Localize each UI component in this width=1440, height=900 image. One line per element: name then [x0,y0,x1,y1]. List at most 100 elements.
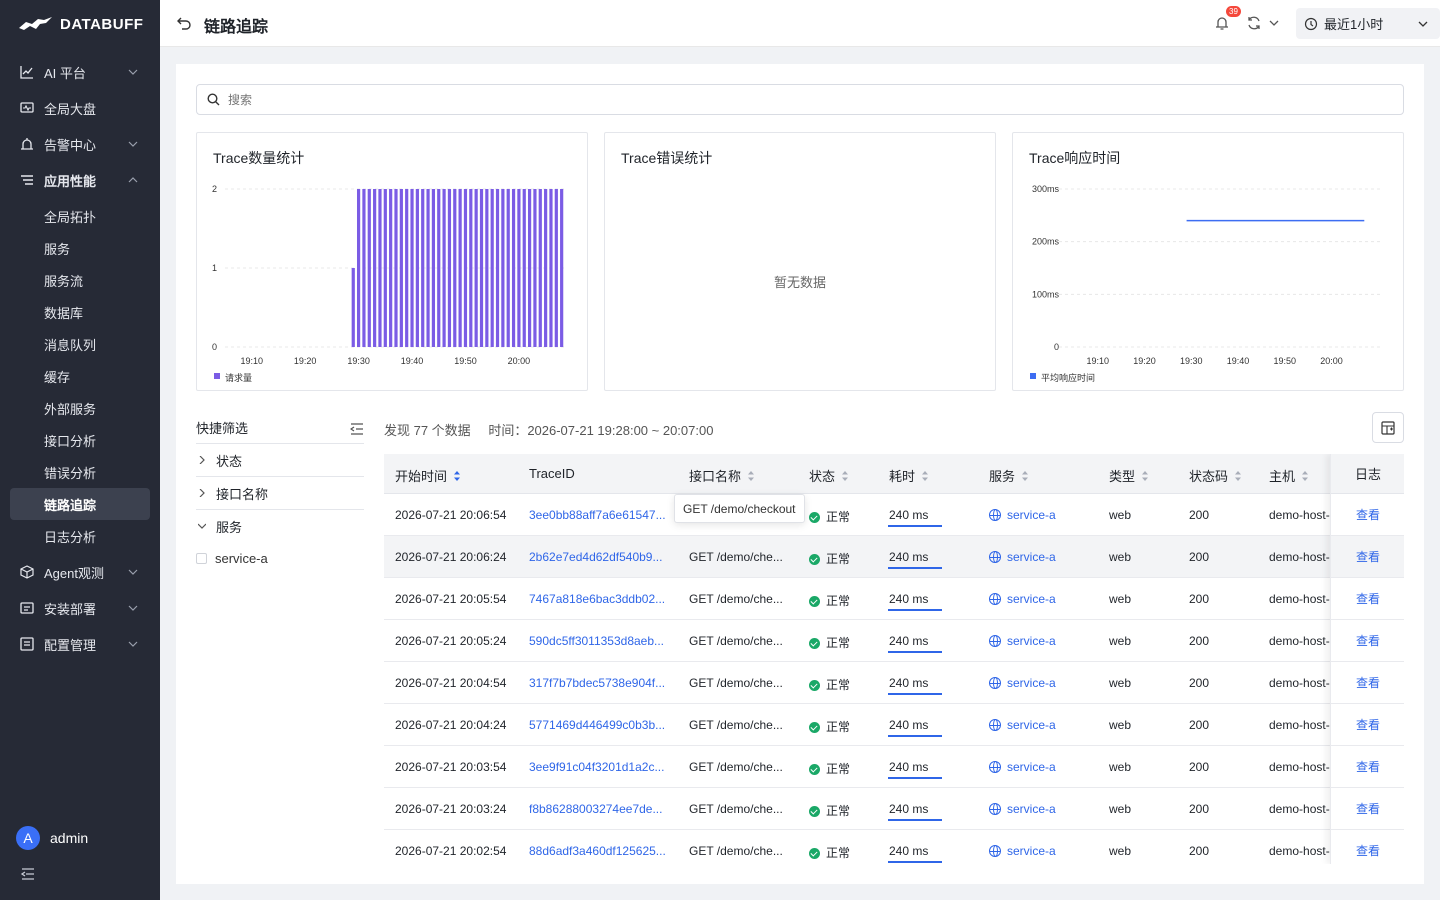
cell-text: 200 [1189,508,1210,522]
nav-sub-api-analysis[interactable]: 接口分析 [10,424,150,456]
cell-trace[interactable]: 5771469d446499c0b3b... [529,718,665,732]
table-row[interactable]: 2026-07-21 20:04:54 317f7b7bdec5738e904f.… [384,662,1404,704]
bar [458,189,462,347]
bell-icon[interactable] [1214,15,1230,31]
check-circle-icon [809,512,820,523]
col-duration[interactable]: 耗时 [889,466,929,485]
cell-trace[interactable]: 2b62e7ed4d62df540b9... [529,550,662,564]
cell-service[interactable]: service-a [989,718,1056,732]
column-settings-button[interactable] [1372,412,1404,443]
nav-sub-external-service[interactable]: 外部服务 [10,392,150,424]
nav-label: 告警中心 [44,137,97,153]
bar [351,268,355,347]
view-log-link[interactable]: 查看 [1331,620,1404,662]
cell-service[interactable]: service-a [989,760,1056,774]
table-row[interactable]: 2026-07-21 20:03:24 f8b86288003274ee7de..… [384,788,1404,830]
cell-trace[interactable]: 590dc5ff3011353d8aeb... [529,634,664,648]
nav-global-dashboard[interactable]: 全局大盘 [10,92,150,124]
col-api[interactable]: 接口名称 [689,466,755,485]
cell-service[interactable]: service-a [989,592,1056,606]
collapse-filter-icon[interactable] [350,422,364,436]
nav-config[interactable]: 配置管理 [10,628,150,660]
checkbox[interactable] [196,552,207,564]
filter-group-status[interactable]: 状态 [196,444,364,477]
view-log-link[interactable]: 查看 [1331,662,1404,704]
cell-text: GET /demo/che... [689,676,783,690]
view-log-link[interactable]: 查看 [1331,830,1404,864]
col-service[interactable]: 服务 [989,466,1029,485]
nav-sub-database[interactable]: 数据库 [10,296,150,328]
search-box[interactable] [196,84,1404,115]
table-row[interactable]: 2026-07-21 20:03:54 3ee9f91c04f3201d1a2c.… [384,746,1404,788]
table-row[interactable]: 2026-07-21 20:04:24 5771469d446499c0b3b..… [384,704,1404,746]
user-menu[interactable]: A admin [16,826,88,850]
nav-sub-message-queue[interactable]: 消息队列 [10,328,150,360]
nav-sub-service-flow[interactable]: 服务流 [10,264,150,296]
view-log-link[interactable]: 查看 [1331,536,1404,578]
refresh-icon[interactable] [1246,15,1262,31]
table-row[interactable]: 2026-07-21 20:05:54 7467a818e6bac3ddb02..… [384,578,1404,620]
nav-sub-trace[interactable]: 链路追踪 [10,488,150,520]
x-tick-label: 19:10 [1086,356,1109,366]
cell-type: web [1109,550,1131,564]
chevron-down-icon[interactable] [1268,18,1280,28]
cell-service[interactable]: service-a [989,844,1056,858]
cell-text: 2026-07-21 20:02:54 [395,844,507,858]
cell-trace[interactable]: 88d6adf3a460df125625... [529,844,666,858]
filter-group-service[interactable]: 服务 [196,510,364,543]
col-type[interactable]: 类型 [1109,466,1149,485]
table-row[interactable]: 2026-07-21 20:02:54 88d6adf3a460df125625.… [384,830,1404,864]
cell-service[interactable]: service-a [989,508,1056,522]
cell-service[interactable]: service-a [989,550,1056,564]
check-circle-icon [809,680,820,691]
back-icon[interactable] [176,15,192,31]
col-status[interactable]: 状态 [809,466,849,485]
cell-type: web [1109,634,1131,648]
nav-sub-log-analysis[interactable]: 日志分析 [10,520,150,552]
cell-type: web [1109,676,1131,690]
col-host[interactable]: 主机 [1269,466,1309,485]
cell-code: 200 [1189,676,1209,690]
trace-table: 开始时间 TraceID 接口名称 状态 耗时 服务 类型 状态码 主机 202… [384,454,1404,864]
col-status-code[interactable]: 状态码 [1189,466,1242,485]
cell-trace[interactable]: 7467a818e6bac3ddb02... [529,592,665,606]
page-title: 链路追踪 [204,19,269,36]
nav-deploy[interactable]: 安装部署 [10,592,150,624]
cell-trace[interactable]: 317f7b7bdec5738e904f... [529,676,665,690]
cell-type: web [1109,508,1131,522]
table-row[interactable]: 2026-07-21 20:06:54 3ee0bb88aff7a6e61547.… [384,494,1404,536]
view-log-link[interactable]: 查看 [1331,788,1404,830]
table-row[interactable]: 2026-07-21 20:05:24 590dc5ff3011353d8aeb.… [384,620,1404,662]
cell-duration: 240 ms [889,718,928,732]
view-log-link[interactable]: 查看 [1331,578,1404,620]
view-log-link[interactable]: 查看 [1331,494,1404,536]
nav-sub-topology[interactable]: 全局拓扑 [10,200,150,232]
nav-ai-platform[interactable]: AI 平台 [10,56,150,88]
cell-service[interactable]: service-a [989,634,1056,648]
filter-group-api[interactable]: 接口名称 [196,477,364,510]
nav-agent-observe[interactable]: Agent观测 [10,556,150,588]
view-log-link[interactable]: 查看 [1331,746,1404,788]
cell-text: 240 ms [889,802,929,816]
time-range-select[interactable]: 最近1小时 [1296,8,1440,39]
cell-service[interactable]: service-a [989,676,1056,690]
cell-trace[interactable]: f8b86288003274ee7de... [529,802,662,816]
cell-trace[interactable]: 3ee0bb88aff7a6e61547... [529,508,666,522]
nav-sub-service[interactable]: 服务 [10,232,150,264]
logo[interactable]: DATABUFF [18,14,143,34]
cell-trace[interactable]: 3ee9f91c04f3201d1a2c... [529,760,664,774]
nav-sub-cache[interactable]: 缓存 [10,360,150,392]
nav-app-performance[interactable]: 应用性能 [10,164,150,196]
col-start-time[interactable]: 开始时间 [395,466,461,485]
cell-text: 240 ms [889,634,929,648]
collapse-sidebar-icon[interactable] [20,866,36,882]
y-tick-label: 2 [212,184,217,194]
filter-option-service-a[interactable]: service-a [196,543,364,573]
search-input[interactable] [228,92,1378,107]
top-header: 链路追踪 39 最近1小时 [160,0,1440,47]
cell-service[interactable]: service-a [989,802,1056,816]
nav-alert-center[interactable]: 告警中心 [10,128,150,160]
table-row[interactable]: 2026-07-21 20:06:24 2b62e7ed4d62df540b9..… [384,536,1404,578]
nav-sub-error-analysis[interactable]: 错误分析 [10,456,150,488]
view-log-link[interactable]: 查看 [1331,704,1404,746]
